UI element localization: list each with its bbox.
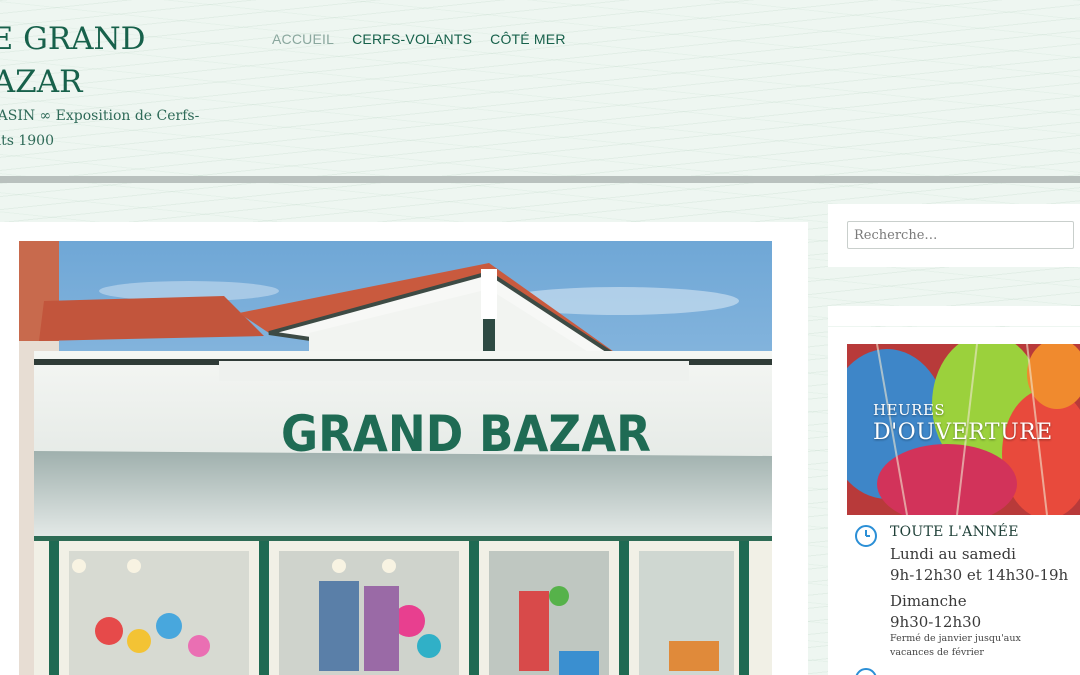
site-header: LE GRAND BAZAR MAGASIN ∞ Exposition de C…: [0, 0, 1080, 176]
weekdays-label: Lundi au samedi: [890, 545, 1016, 563]
opening-hours-heading: TOUTE L'ANNÉE: [890, 524, 1019, 540]
sidebar-widget-spacer: [828, 306, 1080, 326]
weekdays-hours: 9h-12h30 et 14h30-19h: [890, 566, 1069, 584]
opening-hours-banner-line2: D'OUVERTURE: [873, 420, 1053, 445]
storefront-photo: GRAND BAZAR: [19, 241, 772, 675]
sunday-label: Dimanche: [890, 592, 967, 610]
search-input[interactable]: [847, 221, 1074, 249]
clock-icon: [854, 667, 878, 675]
header-divider: [0, 176, 1080, 183]
sunday-hours: 9h30-12h30: [890, 613, 982, 631]
main-content: GRAND BAZAR: [0, 222, 808, 675]
nav-item-cerfs-volants[interactable]: CERFS-VOLANTS: [352, 31, 472, 47]
main-nav: ACCUEIL CERFS-VOLANTS CÔTÉ MER: [272, 31, 566, 47]
opening-hours-banner: HEURES D'OUVERTURE: [847, 344, 1080, 515]
nav-item-accueil[interactable]: ACCUEIL: [272, 31, 334, 47]
opening-hours-banner-line1: HEURES: [873, 401, 946, 419]
site-tagline: MAGASIN ∞ Exposition de Cerfs-Volants 19…: [0, 108, 200, 149]
nav-item-cote-mer[interactable]: CÔTÉ MER: [490, 31, 566, 47]
closure-note: Fermé de janvier jusqu'aux vacances de f…: [890, 633, 1021, 658]
opening-hours-widget: HEURES D'OUVERTURE TOUTE L'ANNÉE Lundi a…: [828, 327, 1080, 675]
clock-icon: [854, 524, 878, 552]
site-title[interactable]: LE GRAND BAZAR: [0, 18, 180, 104]
search-widget: [828, 204, 1080, 267]
